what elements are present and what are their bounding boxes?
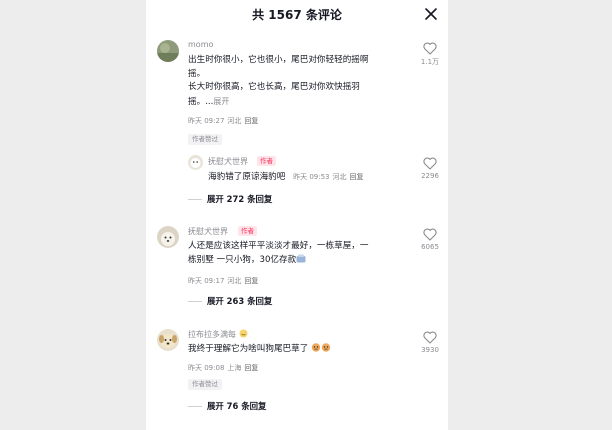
comment-item: 拉布拉多满每 我终于理解它为啥叫狗尾巴草了 昨天 09:08 上海 回复 作者赞过 … [146,329,448,429]
heart-icon [423,42,437,55]
comment-text: 海豹错了原谅海豹吧 昨天 09:53 河北 回复 [208,172,364,182]
comment-time: 昨天 09:53 [293,173,330,181]
divider [188,300,202,302]
like-count: 3930 [421,346,439,354]
heart-icon [423,331,437,344]
comment-meta: 昨天 09:17 河北 回复 [188,276,261,286]
heart-icon [423,157,437,170]
comment-item: 抚慰犬世界 作者 人还是应该这样平平淡淡才最好，一栋草屋，一 栋别墅 一只小狗，… [146,226,448,316]
like-button[interactable]: 6065 [418,228,442,251]
comment-meta: 昨天 09:27 河北 回复 [188,116,261,126]
money-bag-icon [296,254,306,262]
like-button[interactable]: 3930 [418,331,442,354]
like-button[interactable]: 1.1万 [418,42,442,67]
author-tag: 作者 [257,156,276,166]
comments-count-title: 共 1567 条评论 [252,8,342,22]
comments-panel: 共 1567 条评论 momo 出生时你很小，它也很小，尾巴对你轻轻的摇啊 摇。… [146,0,448,430]
expand-replies-button[interactable]: 展开 272 条回复 [188,193,272,205]
reply-item: 抚慰犬世界 作者 海豹错了原谅海豹吧 昨天 09:53 河北 回复 2296 展开 … [146,155,448,215]
avatar[interactable] [157,329,179,351]
cry-emoji-icon [321,343,331,352]
like-button[interactable]: 2296 [418,157,442,180]
comment-username[interactable]: 拉布拉多满每 [188,329,248,340]
expand-replies-button[interactable]: 展开 76 条回复 [188,400,266,412]
reply-button[interactable]: 回复 [350,173,364,181]
comment-location: 河北 [227,277,242,285]
like-count: 1.1万 [420,58,440,66]
comment-time: 昨天 09:27 [188,117,225,125]
comment-location: 河北 [332,173,347,181]
comment-username[interactable]: momo [188,40,213,49]
expand-text-link[interactable]: 展开 [213,97,229,106]
comment-username[interactable]: 抚慰犬世界 [188,226,228,237]
like-count: 2296 [421,172,439,180]
author-liked-badge: 作者赞过 [188,379,222,390]
smile-emoji-icon [239,329,248,338]
comments-header: 共 1567 条评论 [146,0,448,28]
expand-replies-button[interactable]: 展开 263 条回复 [188,295,272,307]
comment-meta: 昨天 09:08 上海 回复 [188,363,261,373]
reply-button[interactable]: 回复 [244,277,258,285]
reply-button[interactable]: 回复 [244,117,258,125]
avatar[interactable] [157,40,179,62]
comment-location: 河北 [227,117,242,125]
comment-text: 出生时你很小，它也很小，尾巴对你轻轻的摇啊 摇。 长大时你很高，它也长高，尾巴对… [188,55,369,107]
comment-time: 昨天 09:17 [188,277,225,285]
avatar[interactable] [157,226,179,248]
heart-icon [423,228,437,241]
avatar[interactable] [188,155,203,170]
close-icon[interactable] [422,5,440,23]
like-count: 6065 [421,243,439,251]
comment-item: momo 出生时你很小，它也很小，尾巴对你轻轻的摇啊 摇。 长大时你很高，它也长… [146,40,448,150]
comment-text: 人还是应该这样平平淡淡才最好，一栋草屋，一 栋别墅 一只小狗，30亿存款 [188,241,369,265]
author-tag: 作者 [238,226,257,236]
cry-emoji-icon [311,343,321,352]
comment-text: 我终于理解它为啥叫狗尾巴草了 [188,343,331,357]
author-liked-badge: 作者赞过 [188,134,222,145]
divider [188,405,202,407]
comment-location: 上海 [227,364,242,372]
comment-time: 昨天 09:08 [188,364,225,372]
comment-username[interactable]: 抚慰犬世界 [208,156,248,167]
reply-button[interactable]: 回复 [244,364,258,372]
divider [188,198,202,200]
